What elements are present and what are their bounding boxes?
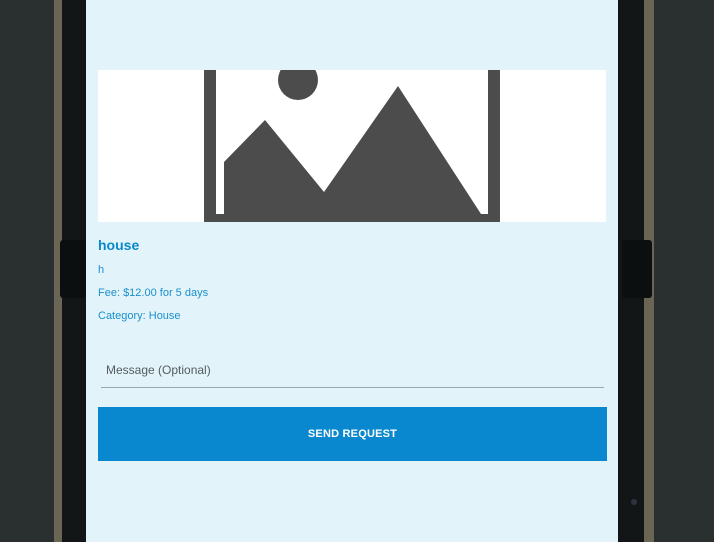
listing-image [98, 70, 606, 222]
send-request-button[interactable]: SEND REQUEST [98, 407, 607, 461]
device-bezel-right [654, 0, 714, 542]
listing-title: house [98, 237, 140, 253]
app-screen: house h Fee: $12.00 for 5 days Category:… [86, 0, 618, 542]
listing-category: Category: House [98, 310, 181, 322]
message-input[interactable] [101, 352, 604, 388]
device-sensor [631, 499, 637, 505]
tablet-device-frame: house h Fee: $12.00 for 5 days Category:… [0, 0, 714, 542]
image-placeholder-icon [204, 70, 500, 222]
listing-description: h [98, 264, 105, 276]
device-side-button-left [60, 240, 86, 298]
device-side-button-right [622, 240, 652, 298]
device-bezel-left [0, 0, 58, 542]
listing-fee: Fee: $12.00 for 5 days [98, 287, 209, 299]
